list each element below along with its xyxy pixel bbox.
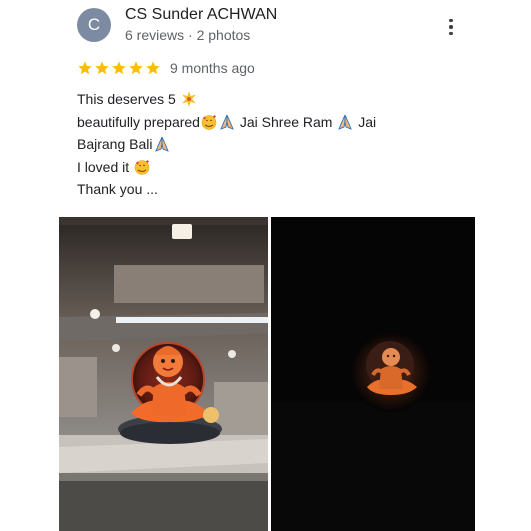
folded-hands-emoji-icon xyxy=(220,114,234,130)
sparkle-emoji-icon xyxy=(181,91,196,107)
review-text-segment: Bajrang Bali xyxy=(77,136,153,152)
reviewer-name[interactable]: CS Sunder ACHWAN xyxy=(125,6,277,24)
star-icon xyxy=(95,61,109,75)
review-line: Thank you ... xyxy=(77,178,447,201)
folded-hands-emoji-icon xyxy=(154,136,169,152)
review-text-segment: beautifully prepared xyxy=(77,113,200,130)
star-icon xyxy=(146,61,160,75)
review-text-segment: This deserves 5 xyxy=(77,91,176,107)
smiling-hearts-emoji-icon xyxy=(201,114,217,130)
review-text-segment: I loved it xyxy=(77,158,134,175)
review-text-segment: Jai Shree Ram xyxy=(235,113,337,130)
more-options-icon[interactable] xyxy=(442,16,460,38)
review-line: This deserves 5 xyxy=(77,88,447,111)
statue-dark-photo[interactable] xyxy=(271,217,475,531)
review-text: This deserves 5 beautifully prepared Jai… xyxy=(77,88,447,201)
folded-hands-emoji-icon xyxy=(338,114,353,130)
star-icon xyxy=(78,61,92,75)
star-icon xyxy=(112,61,126,75)
avatar[interactable]: C xyxy=(77,8,111,42)
star-icon xyxy=(129,61,143,75)
review-text-segment: Thank you ... xyxy=(77,181,158,197)
reviewer-meta: 6 reviews · 2 photos xyxy=(125,27,251,43)
review-line: Bajrang Bali xyxy=(77,133,447,156)
statue-indoor-photo[interactable] xyxy=(59,217,268,531)
smiling-hearts-emoji-icon xyxy=(134,159,150,175)
rating-row: 9 months ago xyxy=(77,60,255,76)
review-text-segment: Jai xyxy=(354,113,377,130)
avatar-initial: C xyxy=(87,15,101,34)
review-time: 9 months ago xyxy=(170,60,255,76)
review-line: I loved it xyxy=(77,156,447,179)
star-rating xyxy=(77,60,161,76)
review-line: beautifully prepared Jai Shree Ram Jai xyxy=(77,111,447,134)
